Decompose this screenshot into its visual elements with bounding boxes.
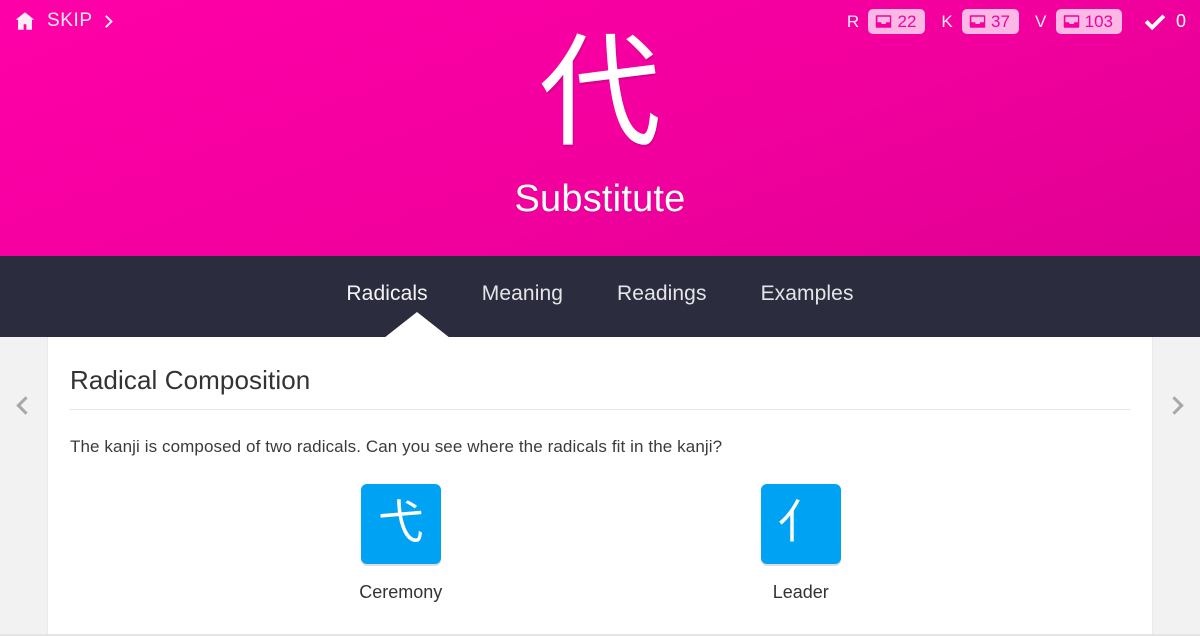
checkmark-icon (1144, 13, 1166, 30)
active-tab-pointer (384, 312, 450, 338)
stat-radicals: R 22 (847, 9, 926, 34)
radical-list: 弋 Ceremony 亻 Leader (70, 484, 1130, 603)
radical-tile: 弋 (360, 484, 441, 564)
tab-readings[interactable]: Readings (590, 282, 734, 306)
next-section-button[interactable] (1153, 385, 1200, 425)
radical-tile: 亻 (760, 484, 841, 564)
section-title: Radical Composition (70, 365, 1130, 410)
tab-bar: Radicals Meaning Readings Examples (0, 256, 1200, 338)
stat-count-vocabulary: 103 (1084, 11, 1113, 31)
stat-letter-k: K (941, 11, 954, 31)
stat-letter-r: R (846, 11, 860, 31)
stat-pill-kanji[interactable]: 37 (962, 9, 1019, 34)
kanji-meaning: Substitute (514, 178, 686, 220)
skip-button[interactable]: SKIP (47, 10, 113, 32)
home-icon[interactable] (14, 10, 36, 32)
kanji-display: 代 Substitute (0, 32, 1200, 221)
chevron-right-icon (99, 14, 113, 28)
inbox-tray-icon (876, 14, 892, 28)
radical-glyph: 弋 (377, 495, 424, 549)
content-area: Radical Composition The kanji is compose… (0, 337, 1200, 636)
app-screen: SKIP R 22 K 37 V 103 0 代 Substitute Radi… (0, 0, 1200, 636)
radical-label: Ceremony (359, 582, 443, 602)
stat-vocabulary: V 103 (1035, 9, 1122, 34)
radical-glyph: 亻 (777, 495, 824, 549)
skip-label: SKIP (47, 10, 93, 31)
tab-examples[interactable]: Examples (734, 282, 881, 306)
header-left-nav: SKIP (14, 10, 113, 32)
section-description: The kanji is composed of two radicals. C… (70, 437, 723, 456)
kanji-character: 代 (539, 22, 661, 164)
content-panel: Radical Composition The kanji is compose… (47, 337, 1153, 636)
session-correct: 0 (1144, 11, 1186, 32)
kanji-header: SKIP R 22 K 37 V 103 0 代 Substitute (0, 0, 1200, 256)
inbox-tray-icon (969, 14, 986, 28)
correct-count: 0 (1175, 11, 1186, 31)
stat-pill-radicals[interactable]: 22 (868, 9, 926, 34)
stat-kanji: K 37 (941, 9, 1019, 34)
previous-section-button[interactable] (0, 385, 47, 425)
radical-item-ceremony[interactable]: 弋 Ceremony (359, 484, 442, 603)
stat-pill-vocabulary[interactable]: 103 (1055, 9, 1122, 34)
chevron-left-icon (16, 395, 35, 415)
tab-meaning[interactable]: Meaning (455, 282, 590, 306)
stat-count-radicals: 22 (897, 11, 917, 31)
chevron-right-icon (1165, 395, 1184, 415)
stat-count-kanji: 37 (991, 11, 1010, 31)
tab-radicals[interactable]: Radicals (319, 282, 454, 306)
inbox-tray-icon (1063, 14, 1079, 28)
srs-stats: R 22 K 37 V 103 0 (831, 9, 1186, 34)
stat-letter-v: V (1034, 11, 1047, 31)
radical-label: Leader (772, 582, 829, 602)
radical-item-leader[interactable]: 亻 Leader (760, 484, 841, 603)
